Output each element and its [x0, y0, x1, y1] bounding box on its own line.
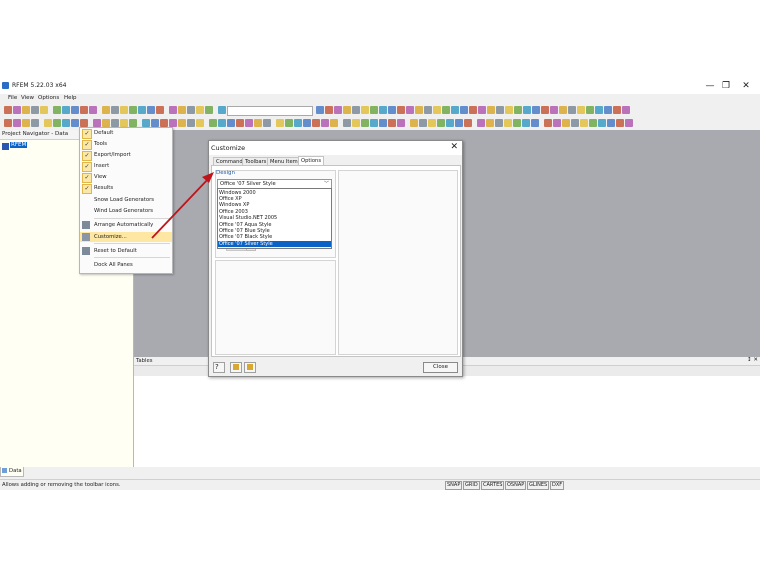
arrow-head — [202, 172, 214, 183]
arrow-shaft — [151, 176, 211, 239]
annotation-arrow — [151, 172, 214, 239]
